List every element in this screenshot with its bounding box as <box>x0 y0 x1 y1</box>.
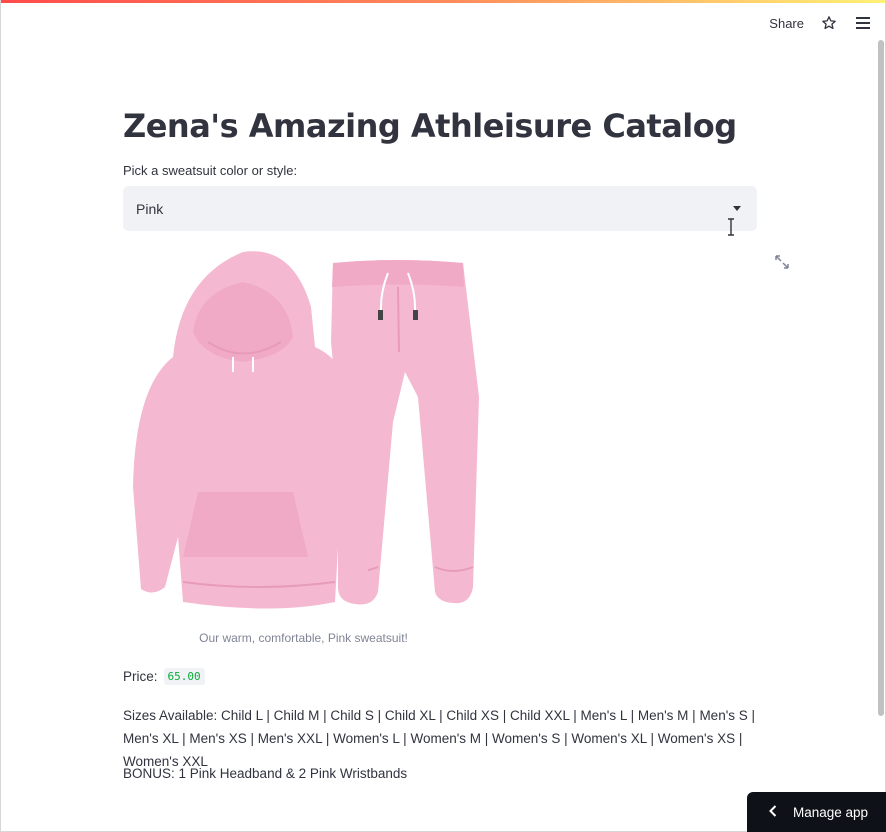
page-title: Zena's Amazing Athleisure Catalog <box>123 107 737 145</box>
price-label: Price: <box>123 669 158 684</box>
price-row: Price: 65.00 <box>123 668 763 685</box>
star-icon[interactable] <box>820 14 838 32</box>
main-content: Zena's Amazing Athleisure Catalog Pick a… <box>123 105 757 231</box>
image-caption: Our warm, comfortable, Pink sweatsuit! <box>199 631 408 645</box>
chevron-left-icon <box>769 804 777 820</box>
scrollbar[interactable] <box>878 40 884 716</box>
color-style-select[interactable]: Pink <box>123 186 757 231</box>
share-button[interactable]: Share <box>769 16 804 31</box>
app-toolbar: Share <box>769 12 872 34</box>
top-accent-bar <box>0 0 886 3</box>
select-value: Pink <box>136 200 164 217</box>
price-value: 65.00 <box>163 668 205 685</box>
manage-app-label: Manage app <box>793 804 869 820</box>
chevron-down-icon <box>733 206 741 211</box>
fullscreen-expand-icon[interactable] <box>774 254 790 270</box>
text-cursor-icon <box>726 218 736 236</box>
hamburger-menu-icon[interactable] <box>854 14 872 32</box>
sweatsuit-image <box>123 247 484 622</box>
manage-app-button[interactable]: Manage app <box>747 792 886 832</box>
select-label: Pick a sweatsuit color or style: <box>123 163 298 178</box>
bonus-text: BONUS: 1 Pink Headband & 2 Pink Wristban… <box>123 766 408 781</box>
sizes-available: Sizes Available: Child L | Child M | Chi… <box>123 708 756 769</box>
